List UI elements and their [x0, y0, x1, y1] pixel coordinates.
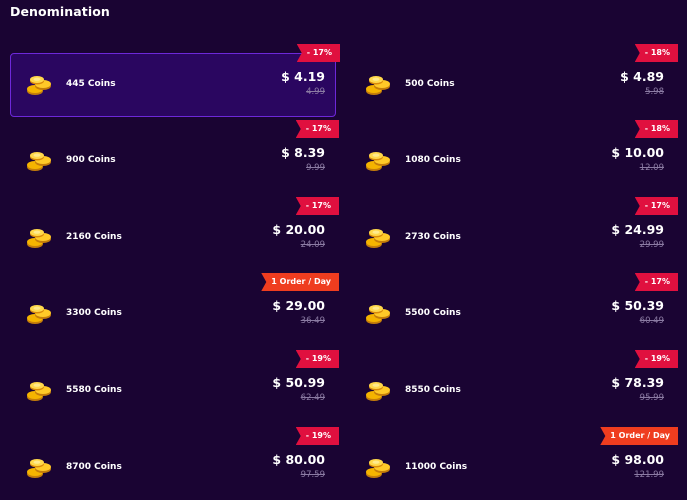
- coin-amount: 900 Coins: [66, 155, 116, 165]
- coin-pile-icon: [25, 455, 53, 481]
- denomination-card[interactable]: 2730 Coins $ 24.99 29.99 - 17%: [349, 197, 678, 270]
- discount-badge: - 17%: [634, 197, 678, 215]
- original-price: 12.09: [639, 163, 664, 173]
- denomination-card[interactable]: 8550 Coins $ 78.39 95.99 - 19%: [349, 350, 678, 423]
- denomination-card[interactable]: 5580 Coins $ 50.99 62.49 - 19%: [10, 350, 339, 423]
- coin-amount: 1080 Coins: [405, 155, 461, 165]
- coin-pile-icon: [364, 225, 392, 251]
- original-price: 97.59: [300, 470, 325, 480]
- denomination-card[interactable]: 11000 Coins $ 98.00 121.99 1 Order / Day: [349, 427, 678, 500]
- coin-amount: 500 Coins: [405, 79, 455, 89]
- coin-amount: 3300 Coins: [66, 308, 122, 318]
- coin-pile-icon: [25, 148, 53, 174]
- discount-badge: - 17%: [295, 120, 339, 138]
- original-price: 121.99: [634, 470, 664, 480]
- original-price: 95.99: [639, 393, 664, 403]
- discount-badge: - 17%: [295, 197, 339, 215]
- original-price: 9.99: [306, 163, 325, 173]
- discount-badge: - 18%: [634, 44, 678, 62]
- coin-pile-icon: [25, 225, 53, 251]
- denomination-card[interactable]: 8700 Coins $ 80.00 97.59 - 19%: [10, 427, 339, 500]
- price: $ 10.00: [611, 145, 664, 160]
- denomination-grid: 445 Coins $ 4.19 4.99- 17% 500 Coins $ 4.89 5…: [0, 0, 687, 484]
- coin-pile-icon: [25, 378, 53, 404]
- coin-pile-icon: [364, 455, 392, 481]
- coin-pile-icon: [364, 72, 392, 98]
- original-price: 24.09: [300, 240, 325, 250]
- original-price: 36.49: [300, 316, 325, 326]
- discount-badge: - 17%: [296, 44, 340, 62]
- price: $ 50.39: [611, 298, 664, 313]
- denomination-card[interactable]: 3300 Coins $ 29.00 36.49 1 Order / Day: [10, 273, 339, 346]
- price: $ 80.00: [272, 452, 325, 467]
- price: $ 50.99: [272, 375, 325, 390]
- purchase-limit-badge: 1 Order / Day: [600, 427, 678, 445]
- coin-amount: 445 Coins: [66, 79, 116, 89]
- price: $ 8.39: [281, 145, 325, 160]
- price: $ 29.00: [272, 298, 325, 313]
- coin-amount: 8550 Coins: [405, 385, 461, 395]
- denomination-card[interactable]: 1080 Coins $ 10.00 12.09 - 18%: [349, 120, 678, 193]
- coin-pile-icon: [25, 72, 53, 98]
- discount-badge: - 17%: [634, 273, 678, 291]
- discount-badge: - 19%: [295, 350, 339, 368]
- price: $ 20.00: [272, 222, 325, 237]
- discount-badge: - 19%: [295, 427, 339, 445]
- coin-amount: 2730 Coins: [405, 232, 461, 242]
- coin-pile-icon: [364, 301, 392, 327]
- original-price: 60.49: [639, 316, 664, 326]
- price: $ 78.39: [611, 375, 664, 390]
- coin-amount: 8700 Coins: [66, 462, 122, 472]
- price: $ 4.19: [281, 69, 325, 84]
- coin-amount: 2160 Coins: [66, 232, 122, 242]
- denomination-card[interactable]: 2160 Coins $ 20.00 24.09 - 17%: [10, 197, 339, 270]
- coin-amount: 5500 Coins: [405, 308, 461, 318]
- discount-badge: - 18%: [634, 120, 678, 138]
- coin-amount: 11000 Coins: [405, 462, 468, 472]
- original-price: 29.99: [639, 240, 664, 250]
- coin-amount: 5580 Coins: [66, 385, 122, 395]
- coin-pile-icon: [364, 378, 392, 404]
- original-price: 5.98: [645, 87, 664, 97]
- original-price: 4.99: [306, 87, 325, 97]
- coin-pile-icon: [25, 301, 53, 327]
- denomination-card[interactable]: 500 Coins $ 4.89 5.98 - 18%: [349, 44, 678, 117]
- price: $ 4.89: [620, 69, 664, 84]
- purchase-limit-badge: 1 Order / Day: [261, 273, 339, 291]
- price: $ 98.00: [611, 452, 664, 467]
- price: $ 24.99: [611, 222, 664, 237]
- denomination-card[interactable]: 445 Coins $ 4.19 4.99 - 17%: [10, 44, 340, 117]
- discount-badge: - 19%: [634, 350, 678, 368]
- denomination-card[interactable]: 900 Coins $ 8.39 9.99 - 17%: [10, 120, 339, 193]
- original-price: 62.49: [300, 393, 325, 403]
- coin-pile-icon: [364, 148, 392, 174]
- denomination-card[interactable]: 5500 Coins $ 50.39 60.49 - 17%: [349, 273, 678, 346]
